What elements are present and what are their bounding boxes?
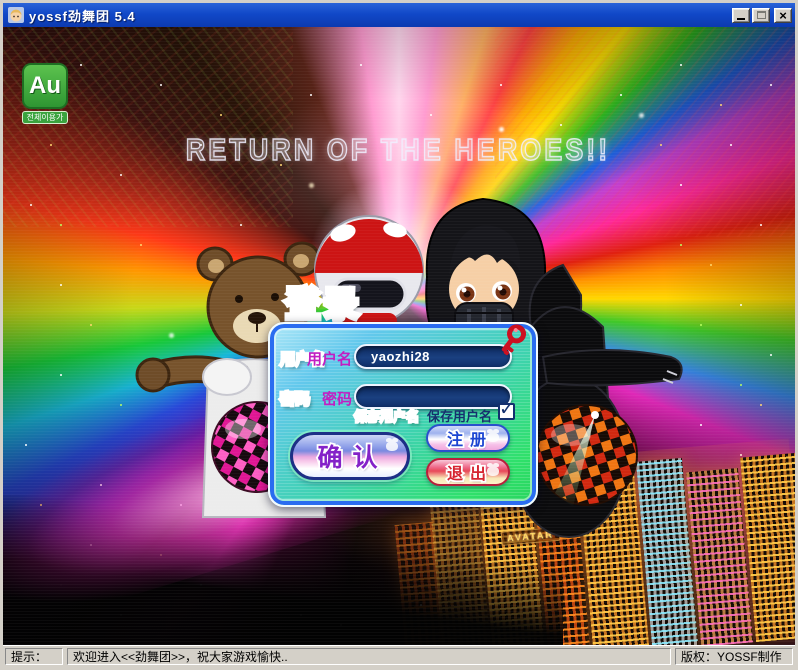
rating-caption: 전체이용가 bbox=[22, 111, 68, 124]
register-button[interactable]: 注册 bbox=[426, 424, 510, 452]
bunny-decoration-icon bbox=[386, 441, 398, 451]
login-title: 登录 bbox=[286, 277, 362, 326]
au-logo-text: Au bbox=[22, 63, 68, 109]
minimize-button[interactable] bbox=[732, 8, 750, 23]
window-title: yossf劲舞团 5.4 bbox=[29, 6, 136, 25]
application-window: yossf劲舞团 5.4 × AVATAR bbox=[0, 0, 798, 670]
confirm-button[interactable]: 确认 bbox=[290, 432, 410, 480]
exit-button-label: 退出 bbox=[443, 460, 493, 484]
status-message: 欢迎进入<<劲舞团>>，祝大家游戏愉快.. bbox=[67, 648, 671, 665]
check-icon: ✓ bbox=[499, 398, 515, 421]
status-bar: 提示： 欢迎进入<<劲舞团>>，祝大家游戏愉快.. 版权：YOSSF制作 bbox=[3, 645, 795, 667]
maximize-icon bbox=[757, 11, 766, 19]
username-input[interactable] bbox=[354, 344, 512, 369]
headline-text: RETURN OF THE HEROES!! bbox=[153, 133, 643, 168]
bunny-decoration-icon bbox=[487, 432, 499, 442]
title-bar: yossf劲舞团 5.4 × bbox=[3, 3, 795, 27]
confirm-button-label: 确认 bbox=[312, 438, 387, 474]
save-username-checkbox[interactable]: ✓ bbox=[498, 403, 515, 420]
maximize-button[interactable] bbox=[752, 8, 770, 23]
bunny-decoration-icon bbox=[487, 466, 499, 476]
register-button-label: 注册 bbox=[443, 426, 493, 450]
key-icon bbox=[496, 324, 526, 358]
game-area: AVATAR bbox=[3, 27, 795, 645]
minimize-icon bbox=[737, 18, 745, 20]
window-icon[interactable] bbox=[8, 7, 24, 23]
username-label: 用户名 bbox=[280, 348, 352, 369]
login-panel: 用户名 密码 保存用户名 ✓ 确认 bbox=[268, 322, 538, 507]
save-username-label: 保存用户名 bbox=[354, 406, 492, 425]
status-label: 提示： bbox=[5, 648, 63, 665]
copyright-text: 版权：YOSSF制作 bbox=[675, 648, 793, 665]
exit-button[interactable]: 退出 bbox=[426, 458, 510, 486]
close-icon: × bbox=[779, 9, 787, 22]
au-rating-logo: Au 전체이용가 bbox=[22, 63, 68, 124]
password-label: 密码 bbox=[280, 388, 352, 409]
close-button[interactable]: × bbox=[774, 8, 792, 23]
